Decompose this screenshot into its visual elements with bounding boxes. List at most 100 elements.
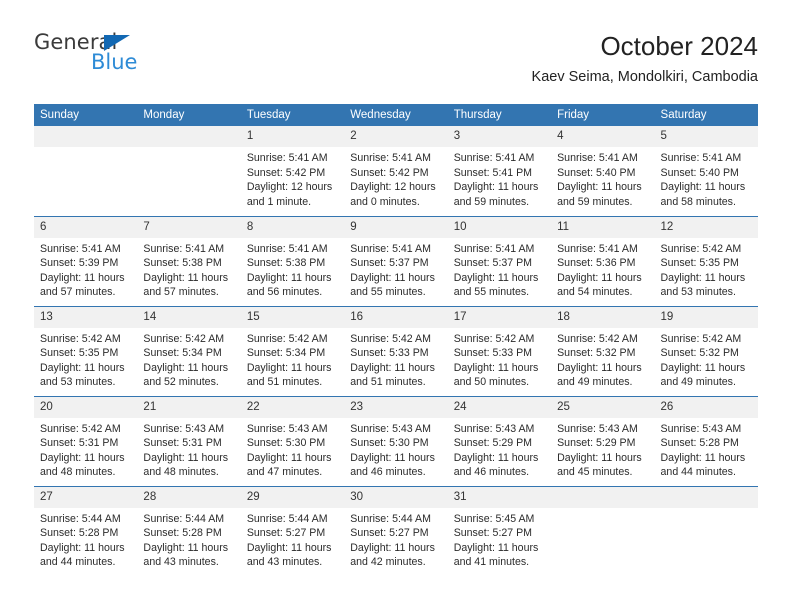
calendar-day-cell[interactable]: 11 Sunrise: 5:41 AM Sunset: 5:36 PM Dayligh… [551, 215, 655, 306]
daylight-text: and 49 minutes. [557, 376, 633, 389]
daylight-text: Daylight: 11 hours [143, 361, 229, 374]
calendar-day-cell[interactable]: 9 Sunrise: 5:41 AM Sunset: 5:37 PM Daylight… [344, 215, 448, 306]
day-cell-inner: 31 Sunrise: 5:45 AM Sunset: 5:27 PM Dayligh… [447, 486, 552, 577]
day-number: 9 [344, 216, 448, 238]
daylight-text: and 52 minutes. [143, 376, 219, 389]
day-details: Sunrise: 5:43 AM Sunset: 5:29 PM Daylight:… [448, 418, 551, 480]
day-number: 6 [34, 216, 138, 238]
sunrise-text: Sunrise: 5:44 AM [143, 512, 225, 525]
calendar-day-cell[interactable]: 18 Sunrise: 5:42 AM Sunset: 5:32 PM Dayligh… [551, 305, 655, 396]
daylight-text: Daylight: 11 hours [143, 541, 229, 554]
daylight-text: and 45 minutes. [557, 466, 633, 479]
calendar-day-cell[interactable]: 28 Sunrise: 5:44 AM Sunset: 5:28 PM Dayligh… [137, 485, 241, 576]
calendar-day-cell[interactable]: 7 Sunrise: 5:41 AM Sunset: 5:38 PM Daylight… [137, 215, 241, 306]
sunrise-text: Sunrise: 5:41 AM [40, 242, 121, 255]
sunrise-text: Sunrise: 5:42 AM [40, 332, 121, 345]
sunrise-text: Sunrise: 5:42 AM [143, 332, 225, 345]
day-details: Sunrise: 5:43 AM Sunset: 5:31 PM Daylight:… [137, 418, 240, 480]
calendar-day-cell[interactable]: 20 Sunrise: 5:42 AM Sunset: 5:31 PM Dayligh… [34, 395, 138, 486]
calendar-day-cell[interactable]: 25 Sunrise: 5:43 AM Sunset: 5:29 PM Dayligh… [551, 395, 655, 486]
day-cell-inner: 8 Sunrise: 5:41 AM Sunset: 5:38 PM Daylight… [240, 216, 345, 306]
calendar-day-cell[interactable]: 19 Sunrise: 5:42 AM Sunset: 5:32 PM Dayligh… [654, 305, 758, 396]
daylight-text: Daylight: 11 hours [660, 271, 746, 284]
sunrise-text: Sunrise: 5:43 AM [557, 422, 638, 435]
sunrise-text: Sunrise: 5:42 AM [660, 332, 742, 345]
calendar-day-cell[interactable]: 24 Sunrise: 5:43 AM Sunset: 5:29 PM Dayligh… [447, 395, 552, 486]
general-blue-logo[interactable]: General Blue [34, 30, 234, 86]
calendar-day-cell[interactable]: 4 Sunrise: 5:41 AM Sunset: 5:40 PM Daylight… [551, 126, 655, 216]
day-cell-inner: 22 Sunrise: 5:43 AM Sunset: 5:30 PM Dayligh… [240, 396, 345, 486]
daylight-text: and 50 minutes. [453, 376, 530, 389]
daylight-text: Daylight: 11 hours [557, 271, 642, 284]
calendar-day-cell[interactable]: 21 Sunrise: 5:43 AM Sunset: 5:31 PM Dayligh… [137, 395, 241, 486]
daylight-text: Daylight: 11 hours [350, 451, 435, 464]
calendar-day-cell[interactable]: 17 Sunrise: 5:42 AM Sunset: 5:33 PM Dayligh… [447, 305, 552, 396]
day-number: 14 [137, 306, 241, 328]
day-number [137, 126, 241, 147]
daylight-text: and 43 minutes. [246, 556, 323, 569]
sunrise-text: Sunrise: 5:44 AM [40, 512, 121, 525]
day-cell-inner: 16 Sunrise: 5:42 AM Sunset: 5:33 PM Dayligh… [344, 306, 448, 396]
day-details: Sunrise: 5:43 AM Sunset: 5:29 PM Daylight:… [551, 418, 654, 480]
calendar-day-cell[interactable]: 22 Sunrise: 5:43 AM Sunset: 5:30 PM Dayligh… [240, 395, 345, 486]
day-number: 10 [447, 216, 552, 238]
day-details: Sunrise: 5:43 AM Sunset: 5:28 PM Daylight:… [655, 418, 758, 480]
daylight-text: Daylight: 12 hours [246, 181, 333, 194]
day-number: 26 [654, 396, 758, 418]
calendar-day-cell[interactable]: 10 Sunrise: 5:41 AM Sunset: 5:37 PM Dayligh… [447, 215, 552, 306]
sunrise-text: Sunrise: 5:41 AM [350, 152, 431, 164]
calendar-day-cell[interactable]: 12 Sunrise: 5:42 AM Sunset: 5:35 PM Dayligh… [654, 215, 758, 306]
calendar-day-cell[interactable]: 3 Sunrise: 5:41 AM Sunset: 5:41 PM Daylight… [447, 126, 552, 216]
daylight-text: and 51 minutes. [350, 376, 426, 389]
daylight-text: and 59 minutes. [453, 195, 530, 208]
logo-triangle-icon [104, 35, 130, 51]
day-details [34, 147, 137, 151]
sunrise-text: Sunrise: 5:44 AM [246, 512, 328, 525]
daylight-text: and 59 minutes. [557, 195, 633, 208]
sunrise-text: Sunrise: 5:41 AM [453, 152, 535, 164]
calendar-day-cell[interactable]: 23 Sunrise: 5:43 AM Sunset: 5:30 PM Dayligh… [344, 395, 448, 486]
calendar-day-cell[interactable]: 31 Sunrise: 5:45 AM Sunset: 5:27 PM Dayligh… [447, 485, 552, 577]
calendar-day-cell[interactable]: 6 Sunrise: 5:41 AM Sunset: 5:39 PM Daylight… [34, 215, 138, 306]
daylight-text: and 41 minutes. [453, 556, 530, 569]
daylight-text: Daylight: 11 hours [246, 541, 332, 554]
day-cell-inner: 6 Sunrise: 5:41 AM Sunset: 5:39 PM Daylight… [34, 216, 138, 306]
day-cell-inner [551, 486, 655, 577]
sunrise-text: Sunrise: 5:41 AM [557, 242, 638, 255]
calendar-day-cell[interactable]: 27 Sunrise: 5:44 AM Sunset: 5:28 PM Dayligh… [34, 485, 138, 576]
calendar-day-cell[interactable]: 26 Sunrise: 5:43 AM Sunset: 5:28 PM Dayligh… [654, 395, 758, 486]
day-number [551, 486, 655, 508]
sunset-text: Sunset: 5:33 PM [350, 347, 429, 360]
calendar-day-cell[interactable]: 13 Sunrise: 5:42 AM Sunset: 5:35 PM Dayligh… [34, 305, 138, 396]
calendar-day-cell[interactable]: 15 Sunrise: 5:42 AM Sunset: 5:34 PM Dayligh… [240, 305, 345, 396]
calendar-body: 1 Sunrise: 5:41 AM Sunset: 5:42 PM Daylight… [34, 126, 758, 576]
daylight-text: Daylight: 11 hours [246, 361, 332, 374]
sunset-text: Sunset: 5:34 PM [246, 347, 326, 360]
sunset-text: Sunset: 5:42 PM [350, 166, 429, 179]
calendar-week-row: 20 Sunrise: 5:42 AM Sunset: 5:31 PM Dayligh… [34, 395, 758, 486]
calendar-day-cell[interactable]: 30 Sunrise: 5:44 AM Sunset: 5:27 PM Dayligh… [344, 485, 448, 576]
calendar-day-cell[interactable]: 29 Sunrise: 5:44 AM Sunset: 5:27 PM Dayligh… [240, 485, 345, 576]
daylight-text: Daylight: 11 hours [246, 451, 332, 464]
day-cell-inner: 21 Sunrise: 5:43 AM Sunset: 5:31 PM Dayligh… [137, 396, 241, 486]
daylight-text: Daylight: 11 hours [143, 271, 229, 284]
calendar-day-cell[interactable]: 1 Sunrise: 5:41 AM Sunset: 5:42 PM Daylight… [240, 126, 345, 216]
calendar-day-cell[interactable]: 16 Sunrise: 5:42 AM Sunset: 5:33 PM Dayligh… [344, 305, 448, 396]
sunrise-text: Sunrise: 5:41 AM [660, 152, 742, 164]
sunset-text: Sunset: 5:28 PM [40, 527, 119, 540]
daylight-text: and 57 minutes. [143, 286, 219, 299]
day-number: 5 [654, 126, 758, 147]
calendar-day-cell[interactable]: 8 Sunrise: 5:41 AM Sunset: 5:38 PM Daylight… [240, 215, 345, 306]
day-details: Sunrise: 5:41 AM Sunset: 5:42 PM Daylight:… [344, 147, 447, 209]
calendar-day-cell[interactable]: 5 Sunrise: 5:41 AM Sunset: 5:40 PM Daylight… [654, 126, 758, 216]
day-number: 4 [551, 126, 655, 147]
day-cell-inner: 9 Sunrise: 5:41 AM Sunset: 5:37 PM Daylight… [344, 216, 448, 306]
daylight-text: Daylight: 11 hours [246, 271, 332, 284]
calendar-day-cell[interactable]: 14 Sunrise: 5:42 AM Sunset: 5:34 PM Dayligh… [137, 305, 241, 396]
calendar-day-cell[interactable]: 2 Sunrise: 5:41 AM Sunset: 5:42 PM Daylight… [344, 126, 448, 216]
day-number: 22 [240, 396, 345, 418]
day-cell-inner: 3 Sunrise: 5:41 AM Sunset: 5:41 PM Daylight… [447, 126, 552, 216]
daylight-text: and 46 minutes. [453, 466, 530, 479]
daylight-text: and 53 minutes. [660, 286, 736, 299]
day-number: 2 [344, 126, 448, 147]
